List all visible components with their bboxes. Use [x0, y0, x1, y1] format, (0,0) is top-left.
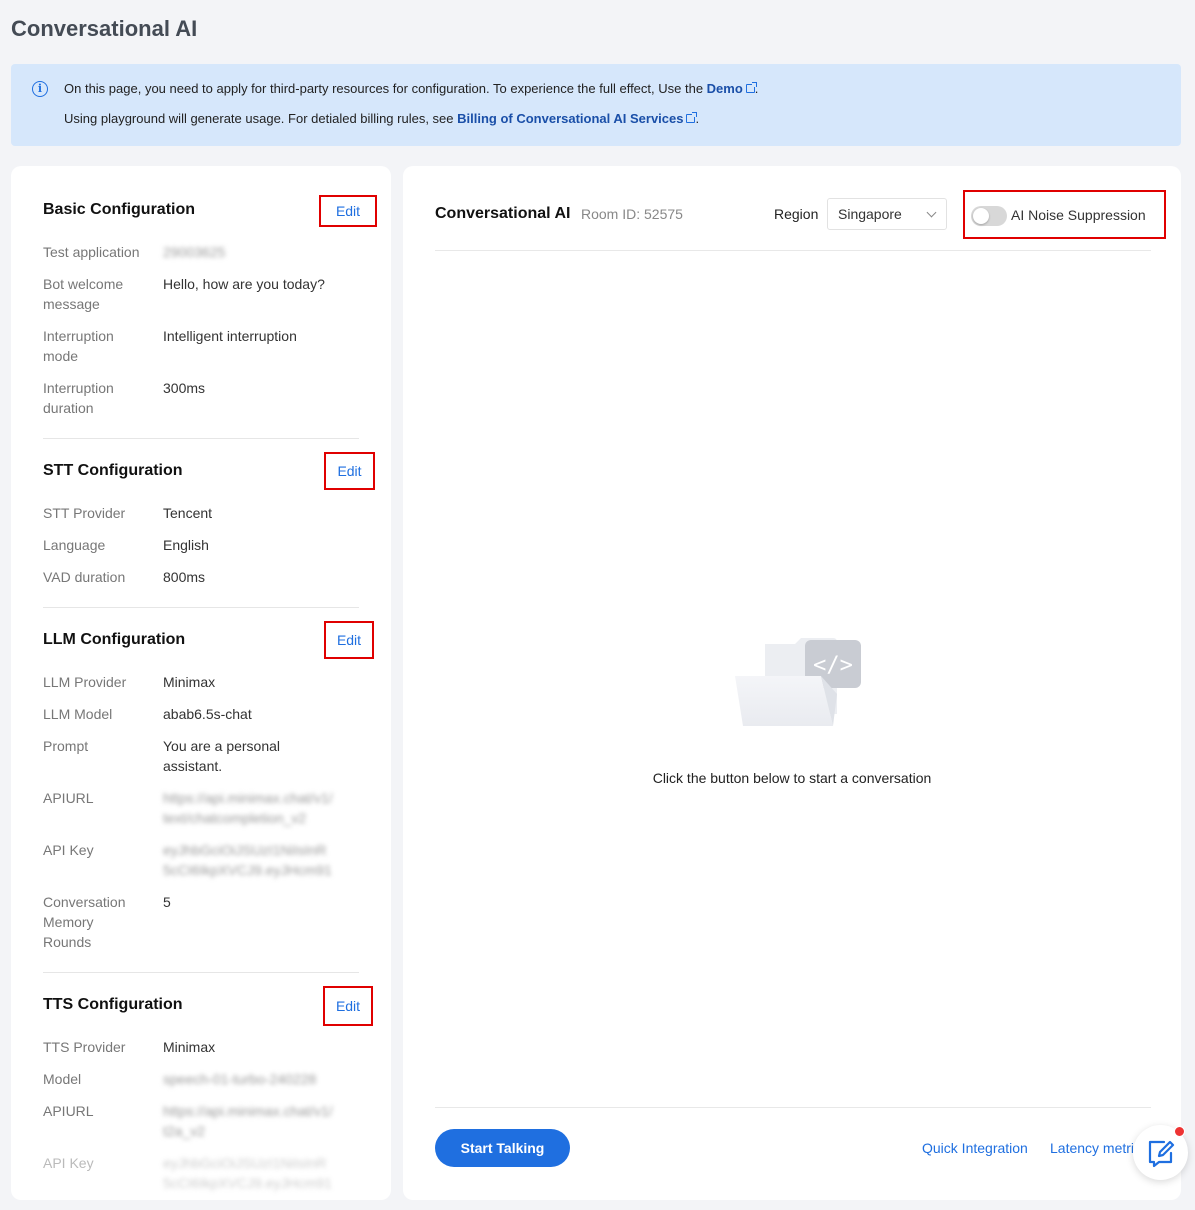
page-title: Conversational AI [11, 16, 198, 41]
chevron-down-icon [926, 207, 937, 218]
billing-link[interactable]: Billing of Conversational AI Services [457, 111, 683, 126]
quick-integration-link[interactable]: Quick Integration [922, 1140, 1028, 1156]
stt-config-title: STT Configuration [43, 462, 183, 479]
conversation-panel: Conversational AI Room ID: 52575 Region … [403, 166, 1181, 1200]
info-icon: i [32, 81, 48, 97]
latency-metrics-link[interactable]: Latency metrics [1050, 1140, 1133, 1156]
region-label: Region [774, 206, 819, 222]
demo-link[interactable]: Demo [707, 81, 743, 96]
empty-folder-icon: </> [735, 638, 861, 726]
header-divider [435, 250, 1151, 251]
start-talking-button[interactable]: Start Talking [435, 1129, 570, 1167]
llm-edit-button[interactable]: Edit [324, 621, 374, 659]
notice-banner: i On this page, you need to apply for th… [11, 64, 1181, 146]
config-panel: Basic Configuration Edit Test applicatio… [11, 166, 391, 1200]
noise-suppression-toggle[interactable] [971, 206, 1007, 226]
feedback-button[interactable] [1133, 1125, 1188, 1180]
notice-line-1: On this page, you need to apply for thir… [64, 81, 759, 96]
notification-dot [1174, 1126, 1185, 1137]
svg-text:</>: </> [813, 653, 853, 678]
conversation-title: Conversational AI [435, 205, 571, 222]
external-link-icon [686, 112, 698, 123]
notice-line-2: Using playground will generate usage. Fo… [64, 111, 700, 126]
region-select[interactable]: Singapore [827, 198, 947, 230]
section-divider [43, 438, 359, 439]
tts-config-title: TTS Configuration [43, 996, 183, 1013]
basic-edit-button[interactable]: Edit [319, 195, 377, 227]
stt-edit-button[interactable]: Edit [324, 452, 375, 490]
region-value: Singapore [838, 206, 902, 222]
room-id: Room ID: 52575 [581, 206, 683, 222]
llm-config-title: LLM Configuration [43, 631, 186, 648]
noise-suppression-label: AI Noise Suppression [1011, 207, 1146, 223]
noise-suppression-highlight: AI Noise Suppression [963, 190, 1166, 239]
footer-divider [435, 1107, 1151, 1108]
empty-state-text: Click the button below to start a conver… [652, 770, 932, 786]
section-divider [43, 607, 359, 608]
external-link-icon [745, 82, 757, 93]
tts-edit-button[interactable]: Edit [323, 986, 373, 1026]
section-divider [43, 972, 359, 973]
basic-config-title: Basic Configuration [43, 201, 196, 218]
toggle-knob [973, 208, 989, 224]
